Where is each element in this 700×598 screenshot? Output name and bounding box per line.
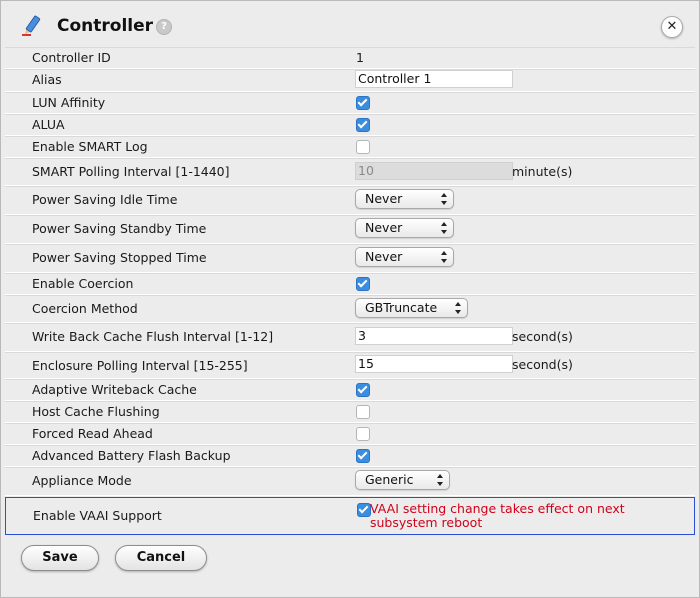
coercion-method-value: GBTruncate: [365, 300, 438, 315]
row-vaai: Enable VAAI Support VAAI setting change …: [5, 497, 695, 535]
save-button[interactable]: Save: [21, 545, 99, 571]
ps-standby-value: Never: [365, 220, 403, 235]
enable-coercion-label: Enable Coercion: [32, 276, 134, 291]
adaptive-wb-checkbox[interactable]: [356, 383, 370, 397]
dialog-titlebar: Controller ? ✕: [1, 1, 699, 47]
alua-label: ALUA: [32, 117, 65, 132]
host-cache-flush-checkbox[interactable]: [356, 405, 370, 419]
enc-polling-label: Enclosure Polling Interval [15-255]: [32, 358, 248, 373]
forced-read-ahead-label: Forced Read Ahead: [32, 426, 153, 441]
row-enable-coercion: Enable Coercion: [5, 273, 695, 295]
wb-flush-input[interactable]: 3: [355, 327, 513, 345]
adv-battery-label: Advanced Battery Flash Backup: [32, 448, 231, 463]
appliance-mode-value: Generic: [365, 472, 414, 487]
enable-smart-log-label: Enable SMART Log: [32, 139, 148, 154]
row-alias: Alias Controller 1: [5, 69, 695, 92]
coercion-method-label: Coercion Method: [32, 301, 138, 316]
dialog-title: Controller: [57, 16, 154, 36]
row-controller-id: Controller ID 1: [5, 47, 695, 69]
row-smart-polling: SMART Polling Interval [1-1440] 10 minut…: [5, 158, 695, 186]
wb-flush-label: Write Back Cache Flush Interval [1-12]: [32, 329, 274, 344]
smart-polling-unit: minute(s): [512, 164, 573, 179]
controller-settings-form: Controller ID 1 Alias Controller 1 LUN A…: [5, 47, 695, 536]
row-ps-idle: Power Saving Idle Time Never: [5, 186, 695, 215]
select-arrows-icon: [441, 251, 447, 263]
appliance-mode-select[interactable]: Generic: [355, 470, 450, 490]
controller-dialog: Controller ? ✕ Controller ID 1 Alias Con…: [0, 0, 700, 598]
adv-battery-checkbox[interactable]: [356, 449, 370, 463]
ps-standby-label: Power Saving Standby Time: [32, 221, 207, 236]
vaai-checkbox[interactable]: [357, 503, 371, 517]
enc-polling-input[interactable]: 15: [355, 355, 513, 373]
question-icon[interactable]: ?: [156, 19, 172, 35]
alias-input[interactable]: Controller 1: [355, 70, 513, 88]
row-forced-read-ahead: Forced Read Ahead: [5, 423, 695, 445]
enable-coercion-checkbox[interactable]: [356, 277, 370, 291]
select-arrows-icon: [455, 302, 461, 314]
pencil-icon: [22, 15, 41, 36]
ps-idle-value: Never: [365, 191, 403, 206]
ps-standby-select[interactable]: Never: [355, 218, 454, 238]
enc-polling-unit: second(s): [512, 357, 573, 372]
smart-polling-input: 10: [355, 162, 513, 180]
row-coercion-method: Coercion Method GBTruncate: [5, 295, 695, 323]
row-appliance-mode: Appliance Mode Generic: [5, 467, 695, 496]
ps-stopped-value: Never: [365, 249, 403, 264]
adaptive-wb-label: Adaptive Writeback Cache: [32, 382, 197, 397]
row-ps-standby: Power Saving Standby Time Never: [5, 215, 695, 244]
row-wb-flush: Write Back Cache Flush Interval [1-12] 3…: [5, 323, 695, 352]
row-adv-battery: Advanced Battery Flash Backup: [5, 445, 695, 467]
ps-stopped-label: Power Saving Stopped Time: [32, 250, 207, 265]
controller-id-label: Controller ID: [32, 50, 111, 65]
close-icon[interactable]: ✕: [661, 16, 683, 38]
row-enc-polling: Enclosure Polling Interval [15-255] 15 s…: [5, 352, 695, 379]
row-adaptive-wb: Adaptive Writeback Cache: [5, 379, 695, 401]
enable-smart-log-checkbox[interactable]: [356, 140, 370, 154]
host-cache-flush-label: Host Cache Flushing: [32, 404, 160, 419]
lun-affinity-checkbox[interactable]: [356, 96, 370, 110]
row-host-cache-flush: Host Cache Flushing: [5, 401, 695, 423]
ps-stopped-select[interactable]: Never: [355, 247, 454, 267]
cancel-button[interactable]: Cancel: [115, 545, 207, 571]
ps-idle-select[interactable]: Never: [355, 189, 454, 209]
row-enable-smart-log: Enable SMART Log: [5, 136, 695, 158]
row-lun-affinity: LUN Affinity: [5, 92, 695, 114]
vaai-label: Enable VAAI Support: [33, 508, 162, 523]
lun-affinity-label: LUN Affinity: [32, 95, 106, 110]
vaai-warning-text: VAAI setting change takes effect on next…: [370, 501, 625, 530]
smart-polling-label: SMART Polling Interval [1-1440]: [32, 164, 230, 179]
select-arrows-icon: [437, 474, 443, 486]
controller-id-value: 1: [356, 50, 364, 65]
row-ps-stopped: Power Saving Stopped Time Never: [5, 244, 695, 273]
alua-checkbox[interactable]: [356, 118, 370, 132]
appliance-mode-label: Appliance Mode: [32, 473, 132, 488]
select-arrows-icon: [441, 222, 447, 234]
coercion-method-select[interactable]: GBTruncate: [355, 298, 468, 318]
wb-flush-unit: second(s): [512, 329, 573, 344]
select-arrows-icon: [441, 193, 447, 205]
ps-idle-label: Power Saving Idle Time: [32, 192, 178, 207]
row-alua: ALUA: [5, 114, 695, 136]
alias-label: Alias: [32, 72, 62, 87]
forced-read-ahead-checkbox[interactable]: [356, 427, 370, 441]
